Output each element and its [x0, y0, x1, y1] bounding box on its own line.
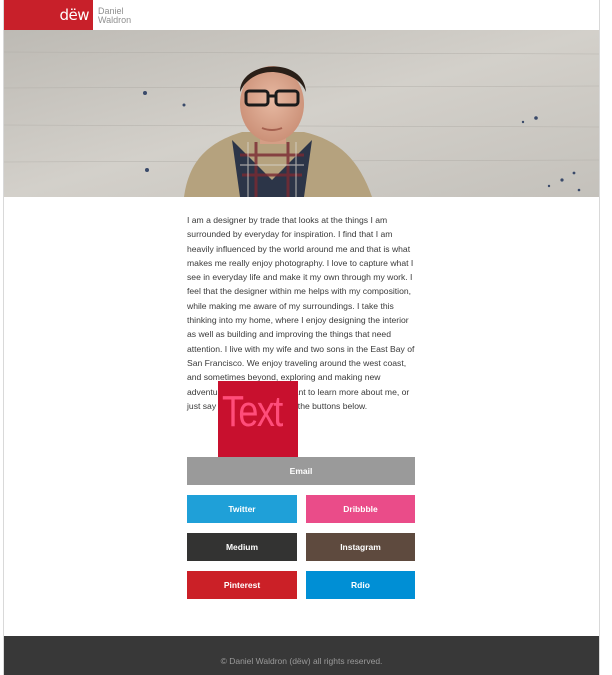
page-frame: dëw Daniel Waldron I am a designer by tr… [3, 0, 600, 675]
text-placeholder-overlay: Text [218, 381, 298, 461]
pinterest-button[interactable]: Pinterest [187, 571, 297, 599]
copyright-text: © Daniel Waldron (dëw) all rights reserv… [220, 656, 383, 666]
text-placeholder-label: Text [222, 387, 283, 436]
logo[interactable]: dëw [4, 0, 93, 30]
dribbble-button[interactable]: Dribbble [306, 495, 415, 523]
instagram-button[interactable]: Instagram [306, 533, 415, 561]
logo-text: dëw [59, 6, 89, 24]
twitter-button[interactable]: Twitter [187, 495, 297, 523]
medium-button[interactable]: Medium [187, 533, 297, 561]
site-header: dëw Daniel Waldron [4, 0, 599, 30]
site-name-last: Waldron [98, 15, 132, 25]
hero-photo [4, 30, 599, 197]
site-footer: © Daniel Waldron (dëw) all rights reserv… [4, 636, 599, 675]
rdio-button[interactable]: Rdio [306, 571, 415, 599]
email-button[interactable]: Email [187, 457, 415, 485]
